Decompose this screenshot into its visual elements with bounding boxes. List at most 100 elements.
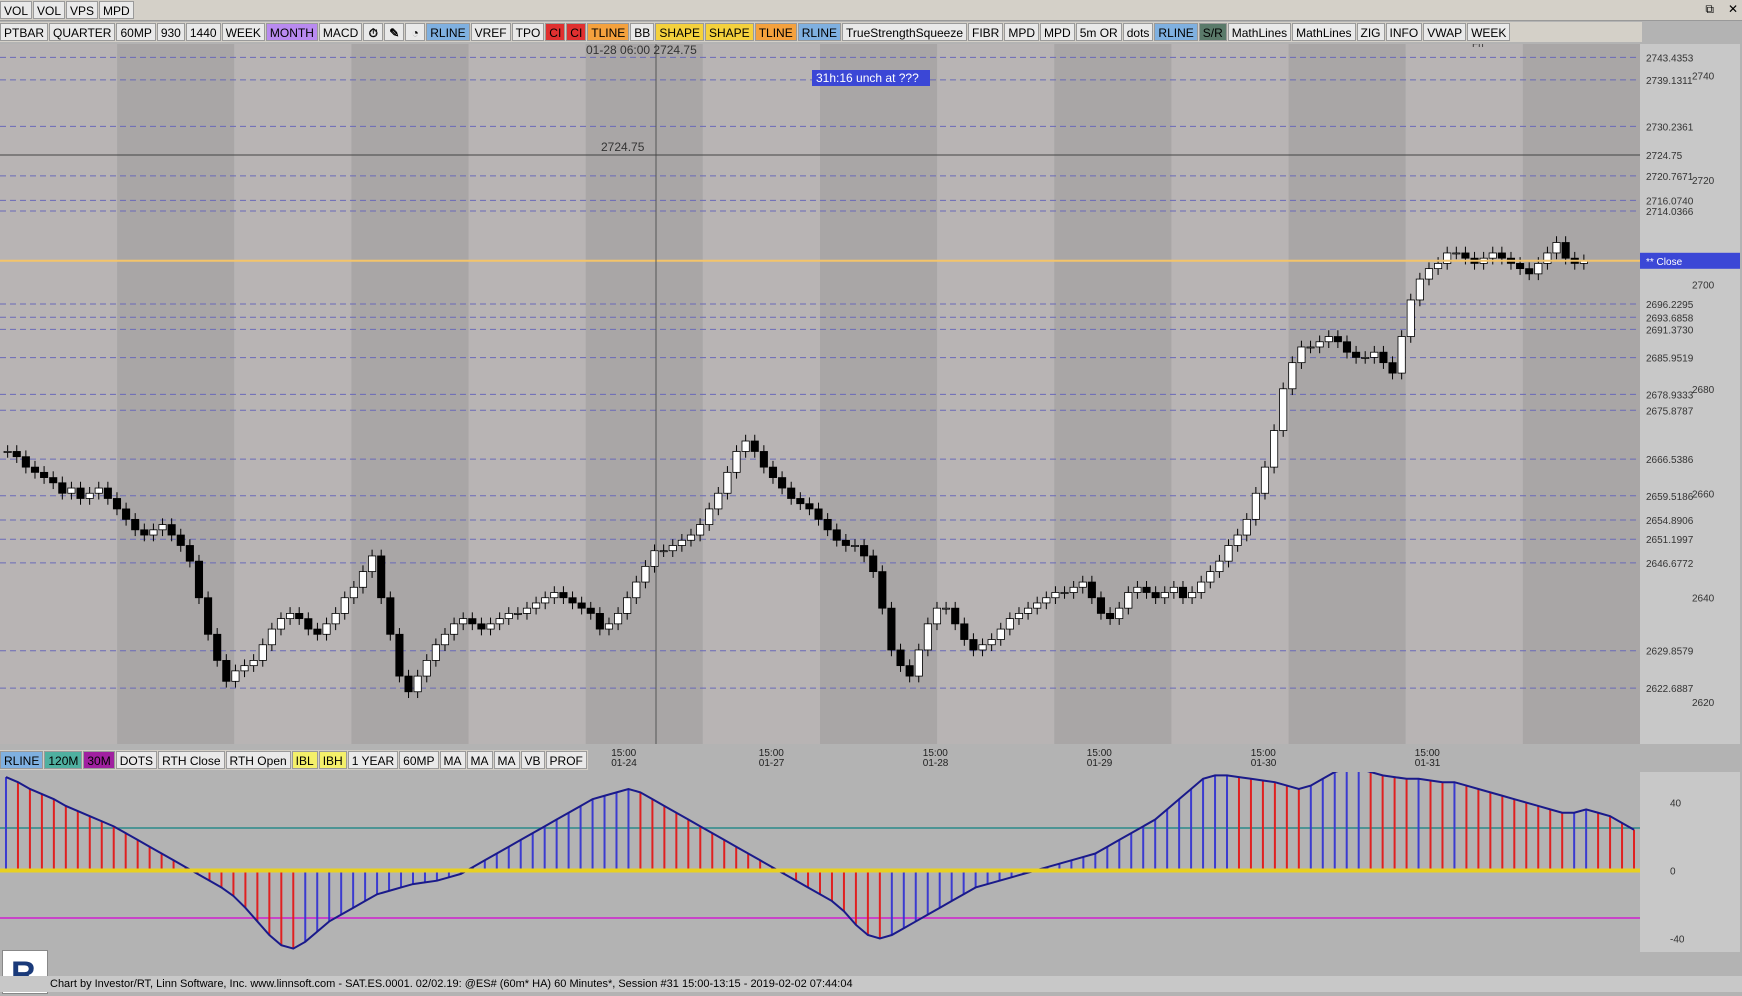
- toolbar_main-button-14[interactable]: CI: [545, 23, 566, 41]
- toolbar_bottom-button-6[interactable]: IBL: [291, 751, 318, 769]
- candle-body: [1270, 430, 1279, 468]
- toolbar_main-button-24[interactable]: MPD: [1004, 23, 1040, 41]
- toolbar_bottom-button-2[interactable]: 30M: [83, 751, 115, 769]
- toolbar_main-button-4[interactable]: 1440: [185, 23, 221, 41]
- toolbar_bottom-button-4[interactable]: RTH Close: [158, 751, 225, 769]
- toolbar_bottom-button-9[interactable]: 60MP: [399, 751, 439, 769]
- toolbar_bottom-button-10[interactable]: MA: [439, 751, 466, 769]
- toolbar_main-button-23[interactable]: FIBR: [968, 23, 1004, 41]
- toolbar_main-button-21[interactable]: RLINE: [797, 23, 842, 41]
- toolbar_main-button-7[interactable]: MACD: [318, 23, 363, 41]
- candle-body: [677, 539, 686, 546]
- candle-body: [1443, 252, 1452, 264]
- candle-body: [586, 607, 595, 614]
- candle-body: [1124, 592, 1133, 609]
- toolbar_bottom-button-13[interactable]: VB: [520, 751, 545, 769]
- candle-body: [1424, 268, 1434, 280]
- macd-oscillator[interactable]: 40 0 -40: [0, 767, 1742, 962]
- candle-body: [85, 492, 94, 499]
- toolbar_main-button-5[interactable]: WEEK: [221, 23, 265, 41]
- macd-oscillator-svg[interactable]: 40 0 -40: [0, 767, 1742, 962]
- candle-body: [413, 675, 422, 693]
- toolbar_main-button-20[interactable]: TLINE: [754, 23, 797, 41]
- toolbar_main-button-27[interactable]: dots: [1122, 23, 1154, 41]
- toolbar_top-button-2[interactable]: VPS: [66, 1, 99, 19]
- candle-body: [1096, 597, 1106, 614]
- toolbar_main-button-19[interactable]: SHAPE: [705, 23, 754, 41]
- toolbar_main-button-9[interactable]: ✎: [384, 23, 405, 41]
- candle-body: [1288, 362, 1297, 390]
- toolbar_bottom-button-5[interactable]: RTH Open: [225, 751, 291, 769]
- candle-body: [513, 613, 522, 615]
- candle-body: [103, 487, 112, 499]
- candle-body: [1534, 263, 1543, 275]
- close-window-icon[interactable]: ✕: [1728, 2, 1738, 17]
- candle-body: [1434, 263, 1443, 270]
- toolbar_main-button-29[interactable]: S/R: [1198, 23, 1227, 41]
- toolbar_main-button-35[interactable]: WEEK: [1467, 23, 1511, 41]
- candle-body: [440, 633, 450, 646]
- toolbar_bottom-button-7[interactable]: IBH: [318, 751, 347, 769]
- candle-body: [932, 607, 942, 625]
- toolbar_top-button-1[interactable]: VOL: [33, 1, 66, 19]
- toolbar_main-button-17[interactable]: BB: [630, 23, 655, 41]
- toolbar_main-button-18[interactable]: SHAPE: [655, 23, 704, 41]
- toolbar_main-button-32[interactable]: ZIG: [1356, 23, 1385, 41]
- candle-body: [741, 440, 750, 452]
- toolbar_main-button-10[interactable]: ◔: [405, 23, 426, 41]
- candle-body: [30, 466, 40, 473]
- toolbar_bottom-button-8[interactable]: 1 YEAR: [347, 751, 399, 769]
- price-chart[interactable]: 2743.4353 2739.1311 2730.2361 2724.75 2720.7…: [0, 39, 1740, 770]
- toolbar_main-button-0[interactable]: PTBAR: [0, 23, 49, 41]
- osc-axis: [1640, 772, 1740, 952]
- toolbar_main-button-12[interactable]: VREF: [470, 23, 511, 41]
- candle-body: [1142, 586, 1151, 593]
- toolbar_main-button-16[interactable]: TLINE: [587, 23, 630, 41]
- toolbar_main-button-11[interactable]: RLINE: [426, 23, 470, 41]
- toolbar_main-button-1[interactable]: QUARTER: [49, 23, 116, 41]
- toolbar_main-button-33[interactable]: INFO: [1385, 23, 1423, 41]
- toolbar_top-button-3[interactable]: MPD: [99, 1, 134, 19]
- toolbar_top-button-0[interactable]: VOL: [0, 1, 33, 19]
- toolbar_main-button-22[interactable]: TrueStrengthSqueeze: [842, 23, 968, 41]
- session-band: [468, 44, 586, 744]
- cursor-time-label: 01-28 06:00 2724.75: [586, 44, 697, 57]
- toolbar_main-button-8[interactable]: ⏱: [363, 23, 384, 41]
- candle-body: [1087, 581, 1096, 599]
- toolbar_main-button-26[interactable]: 5m OR: [1075, 23, 1122, 41]
- toolbar_main-button-25[interactable]: MPD: [1040, 23, 1075, 41]
- toolbar_main-button-34[interactable]: VWAP: [1423, 23, 1467, 41]
- candle-body: [1543, 252, 1552, 264]
- candle-body: [3, 451, 12, 453]
- toolbar_main-button-30[interactable]: MathLines: [1227, 23, 1292, 41]
- toolbar_bottom-button-0[interactable]: RLINE: [0, 751, 44, 769]
- toolbar_bottom-button-14[interactable]: PROF: [545, 751, 587, 769]
- candle-body: [468, 618, 477, 625]
- toolbar_bottom-button-3[interactable]: DOTS: [115, 751, 158, 769]
- candle-body: [1078, 581, 1087, 588]
- toolbar_main-button-2[interactable]: 60MP: [116, 23, 156, 41]
- restore-window-icon[interactable]: ⧉: [1705, 2, 1714, 17]
- toolbar_main-button-3[interactable]: 930: [156, 23, 185, 41]
- candle-body: [12, 451, 21, 458]
- toolbar_main-button-6[interactable]: MONTH: [265, 23, 318, 41]
- toolbar_main-button-31[interactable]: MathLines: [1292, 23, 1356, 41]
- toolbar_main-button-28[interactable]: RLINE: [1154, 23, 1198, 41]
- toolbar_main-button-13[interactable]: TPO: [511, 23, 545, 41]
- candle-body: [1051, 592, 1060, 599]
- close-label: ** Close: [1646, 257, 1683, 268]
- candle-body: [276, 618, 286, 630]
- toolbar_bottom-button-11[interactable]: MA: [466, 751, 493, 769]
- candle-body: [759, 451, 768, 468]
- candle-body: [231, 670, 240, 682]
- toolbar_main-button-15[interactable]: CI: [566, 23, 587, 41]
- candle-body: [696, 524, 705, 536]
- candle-body: [550, 592, 559, 599]
- candle-body: [213, 633, 222, 661]
- price-tick-label: 2740: [1692, 71, 1715, 82]
- candle-body: [486, 623, 495, 630]
- price-chart-svg[interactable]: 2743.4353 2739.1311 2730.2361 2724.75 2720.7…: [0, 39, 1742, 770]
- toolbar_bottom-button-1[interactable]: 120M: [44, 751, 83, 769]
- toolbar_bottom-button-12[interactable]: MA: [493, 751, 520, 769]
- candle-body: [459, 618, 468, 625]
